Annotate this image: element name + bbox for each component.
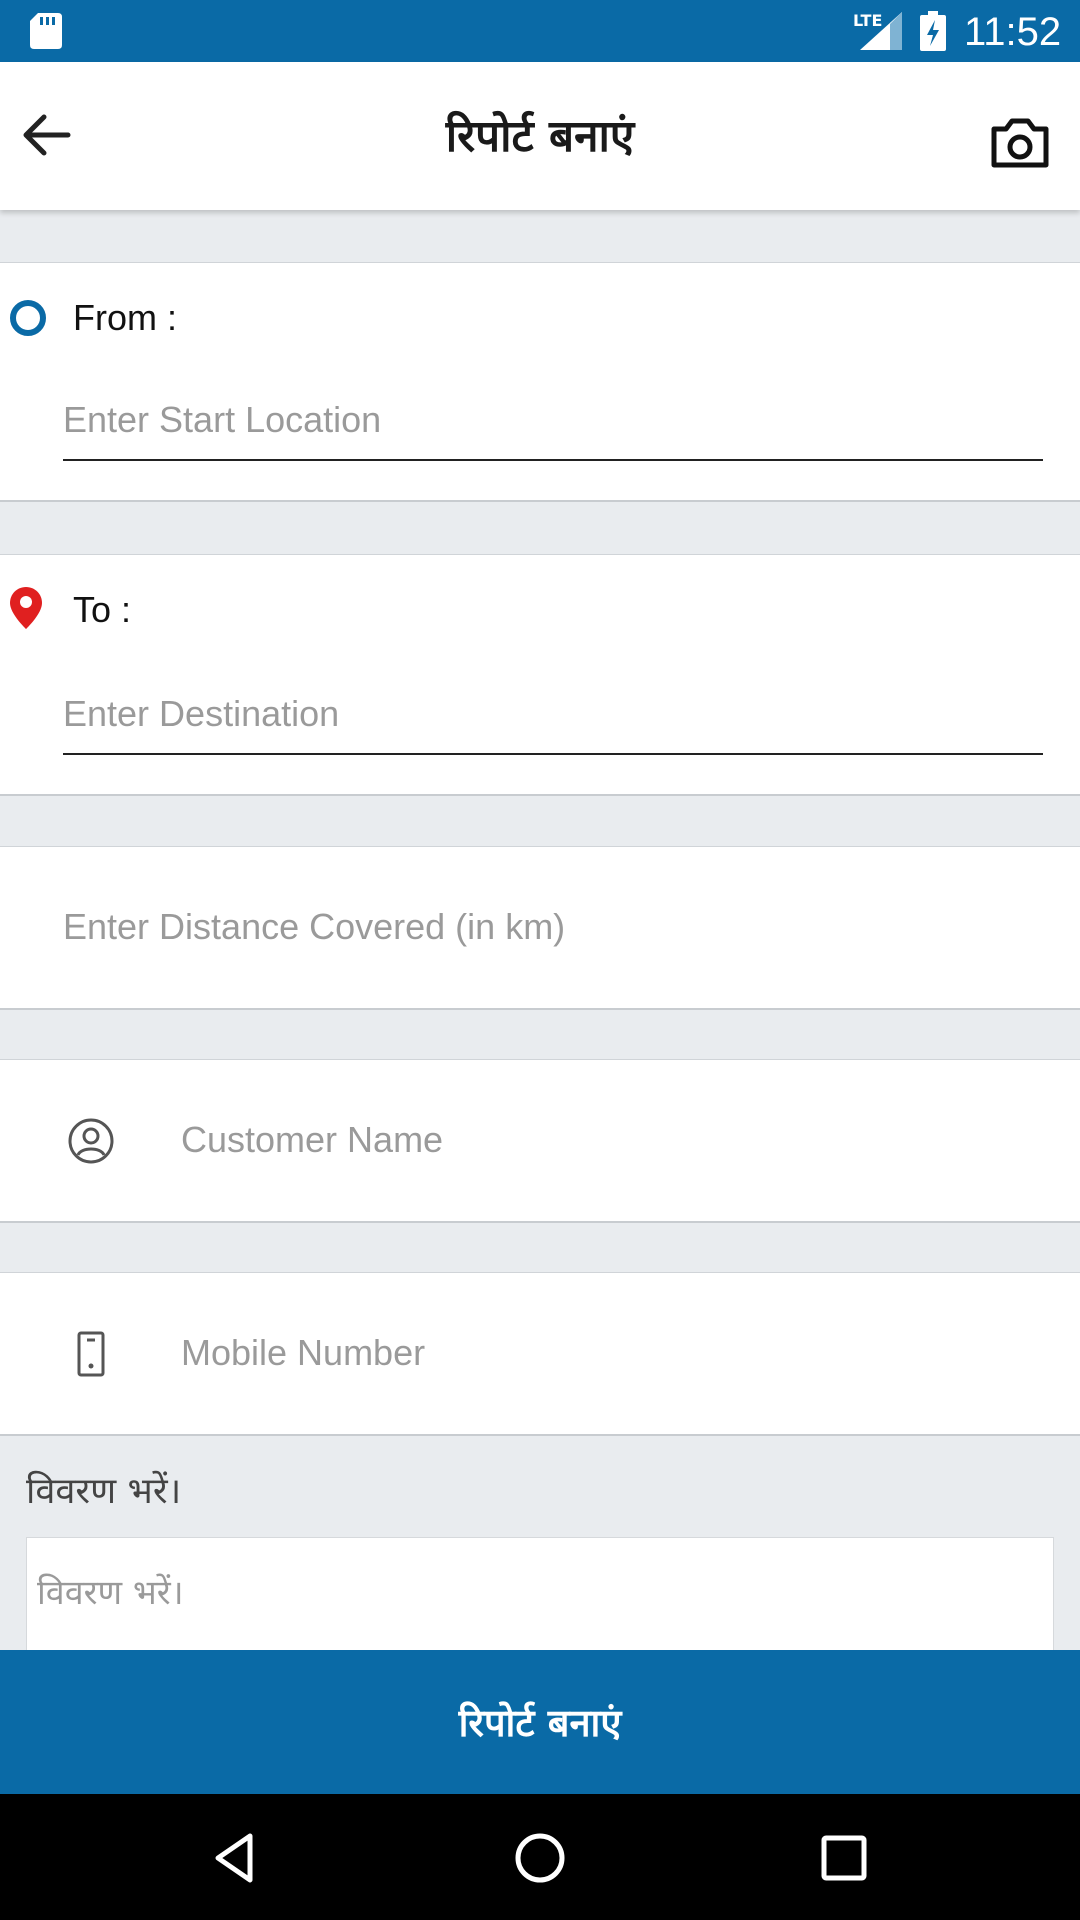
system-nav-bar <box>0 1794 1080 1920</box>
create-report-button[interactable]: रिपोर्ट बनाएं <box>0 1650 1080 1794</box>
customer-name-card <box>0 1059 1080 1223</box>
description-label: विवरण भरें। <box>26 1471 182 1512</box>
nav-recents-icon[interactable] <box>812 1826 876 1890</box>
nav-back-icon[interactable] <box>204 1826 268 1890</box>
distance-input[interactable] <box>63 887 1043 967</box>
mobile-phone-icon <box>77 1331 105 1377</box>
mobile-number-input[interactable] <box>181 1313 1041 1393</box>
battery-charging-icon <box>920 11 946 51</box>
customer-name-input[interactable] <box>181 1100 1041 1180</box>
to-label: To : <box>73 589 132 630</box>
status-bar: LTE 11:52 <box>0 0 1080 62</box>
camera-icon[interactable] <box>990 117 1050 169</box>
page-title: रिपोर्ट बनाएं <box>445 111 635 162</box>
start-point-icon <box>10 300 46 336</box>
from-label: From : <box>73 297 177 338</box>
distance-card <box>0 846 1080 1010</box>
to-card: To : <box>0 554 1080 796</box>
sd-card-icon <box>30 13 62 49</box>
map-pin-icon <box>10 587 42 629</box>
app-bar: रिपोर्ट बनाएं <box>0 62 1080 210</box>
start-location-input[interactable] <box>63 381 1043 461</box>
person-circle-icon <box>68 1118 114 1164</box>
signal-icon <box>860 12 902 50</box>
nav-home-icon[interactable] <box>508 1826 572 1890</box>
status-time: 11:52 <box>964 10 1062 54</box>
description-textarea[interactable] <box>26 1537 1054 1652</box>
destination-input[interactable] <box>63 675 1043 755</box>
mobile-number-card <box>0 1272 1080 1436</box>
from-card: From : <box>0 262 1080 502</box>
